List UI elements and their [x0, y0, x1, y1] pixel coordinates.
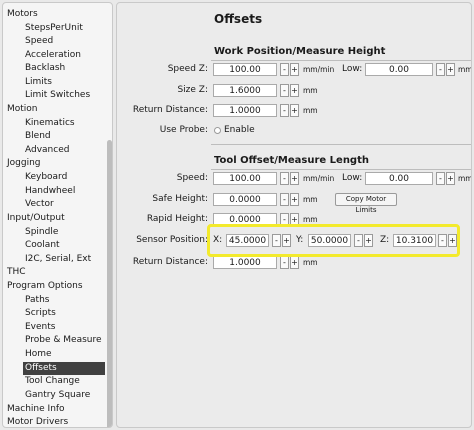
tool-section-heading: Tool Offset/Measure Length	[214, 155, 369, 166]
sidebar-item-events[interactable]: Events	[25, 321, 55, 334]
work-low-input[interactable]: 0.00	[365, 63, 433, 76]
tool-speed-label: Speed:	[176, 173, 208, 183]
tool-low-increment-button[interactable]: +	[446, 172, 455, 185]
sidebar-item-program-options[interactable]: Program Options	[7, 280, 83, 293]
sidebar-item-offsets[interactable]: Offsets	[25, 362, 57, 375]
work-return-decrement-button[interactable]: -	[280, 104, 289, 117]
use-probe-enable-radio[interactable]	[214, 127, 221, 134]
section-divider	[211, 169, 471, 170]
work-low-label: Low:	[342, 64, 363, 74]
page-title: Offsets	[214, 12, 263, 26]
work-return-label: Return Distance:	[132, 105, 208, 115]
sidebar-item-kinematics[interactable]: Kinematics	[25, 117, 75, 130]
sidebar-item-motion[interactable]: Motion	[7, 103, 38, 116]
sidebar-item-acceleration[interactable]: Acceleration	[25, 49, 81, 62]
work-size-unit: mm	[303, 86, 318, 95]
sidebar-item-thc[interactable]: THC	[7, 266, 26, 279]
safe-height-input[interactable]: 0.0000	[213, 193, 277, 206]
rapid-height-unit: mm	[303, 215, 318, 224]
work-low-increment-button[interactable]: +	[446, 63, 455, 76]
sidebar-item-handwheel[interactable]: Handwheel	[25, 185, 75, 198]
work-low-unit: mm/min	[458, 65, 472, 74]
tool-return-unit: mm	[303, 258, 318, 267]
offsets-panel: Offsets Work Position/Measure Height Spe…	[116, 2, 472, 428]
sidebar-item-probe-measure[interactable]: Probe & Measure	[25, 334, 102, 347]
settings-sidebar: Motors StepsPerUnit Speed Acceleration B…	[2, 2, 113, 428]
sidebar-item-input-output[interactable]: Input/Output	[7, 212, 65, 225]
sensor-position-label: Sensor Position:	[136, 235, 208, 245]
sidebar-item-limits[interactable]: Limits	[25, 76, 52, 89]
tool-return-increment-button[interactable]: +	[290, 256, 299, 269]
sidebar-item-limit-switches[interactable]: Limit Switches	[25, 89, 90, 102]
tool-speed-input[interactable]: 100.00	[213, 172, 277, 185]
sidebar-item-tool-change[interactable]: Tool Change	[25, 375, 80, 388]
sidebar-item-home[interactable]: Home	[25, 348, 52, 361]
work-return-unit: mm	[303, 106, 318, 115]
sidebar-item-motors[interactable]: Motors	[7, 8, 38, 21]
sidebar-item-spindle[interactable]: Spindle	[25, 226, 58, 239]
section-divider	[211, 60, 471, 61]
sidebar-item-scripts[interactable]: Scripts	[25, 307, 56, 320]
work-speed-increment-button[interactable]: +	[290, 63, 299, 76]
tool-return-input[interactable]: 1.0000	[213, 256, 277, 269]
work-size-label: Size Z:	[177, 85, 208, 95]
safe-height-decrement-button[interactable]: -	[280, 193, 289, 206]
sensor-position-highlight	[207, 224, 460, 257]
sidebar-item-coolant[interactable]: Coolant	[25, 239, 60, 252]
work-size-decrement-button[interactable]: -	[280, 84, 289, 97]
sidebar-item-i2c-serial-ext[interactable]: I2C, Serial, Ext	[25, 253, 91, 266]
section-divider	[211, 144, 471, 145]
sidebar-item-machine-info[interactable]: Machine Info	[7, 403, 65, 416]
work-size-increment-button[interactable]: +	[290, 84, 299, 97]
sidebar-item-motor-drivers[interactable]: Motor Drivers	[7, 416, 68, 427]
work-speed-input[interactable]: 100.00	[213, 63, 277, 76]
safe-height-label: Safe Height:	[152, 194, 208, 204]
sidebar-item-speed[interactable]: Speed	[25, 35, 53, 48]
work-section-heading: Work Position/Measure Height	[214, 46, 386, 57]
work-speed-decrement-button[interactable]: -	[280, 63, 289, 76]
work-return-increment-button[interactable]: +	[290, 104, 299, 117]
sidebar-item-blend[interactable]: Blend	[25, 130, 51, 143]
sidebar-item-keyboard[interactable]: Keyboard	[25, 171, 67, 184]
sidebar-item-jogging[interactable]: Jogging	[7, 157, 41, 170]
tool-low-unit: mm/min	[458, 174, 472, 183]
sidebar-item-stepsperunit[interactable]: StepsPerUnit	[25, 22, 83, 35]
sidebar-item-paths[interactable]: Paths	[25, 294, 49, 307]
sidebar-item-advanced[interactable]: Advanced	[25, 144, 69, 157]
tool-low-label: Low:	[342, 173, 363, 183]
work-size-input[interactable]: 1.6000	[213, 84, 277, 97]
use-probe-enable-label[interactable]: Enable	[224, 125, 255, 135]
sidebar-item-gantry-square[interactable]: Gantry Square	[25, 389, 90, 402]
rapid-height-label: Rapid Height:	[146, 214, 208, 224]
use-probe-label: Use Probe:	[159, 125, 208, 135]
tool-low-input[interactable]: 0.00	[365, 172, 433, 185]
work-low-decrement-button[interactable]: -	[436, 63, 445, 76]
safe-height-increment-button[interactable]: +	[290, 193, 299, 206]
tool-speed-unit: mm/min	[303, 174, 335, 183]
work-return-input[interactable]: 1.0000	[213, 104, 277, 117]
tool-speed-decrement-button[interactable]: -	[280, 172, 289, 185]
sidebar-item-backlash[interactable]: Backlash	[25, 62, 65, 75]
sidebar-item-vector[interactable]: Vector	[25, 198, 54, 211]
tool-return-decrement-button[interactable]: -	[280, 256, 289, 269]
tool-speed-increment-button[interactable]: +	[290, 172, 299, 185]
work-speed-label: Speed Z:	[167, 64, 208, 74]
safe-height-unit: mm	[303, 195, 318, 204]
sidebar-scrollbar[interactable]	[107, 140, 112, 427]
work-speed-unit: mm/min	[303, 65, 335, 74]
tool-low-decrement-button[interactable]: -	[436, 172, 445, 185]
tool-return-label: Return Distance:	[132, 257, 208, 267]
copy-motor-limits-button[interactable]: Copy Motor Limits	[335, 193, 397, 214]
